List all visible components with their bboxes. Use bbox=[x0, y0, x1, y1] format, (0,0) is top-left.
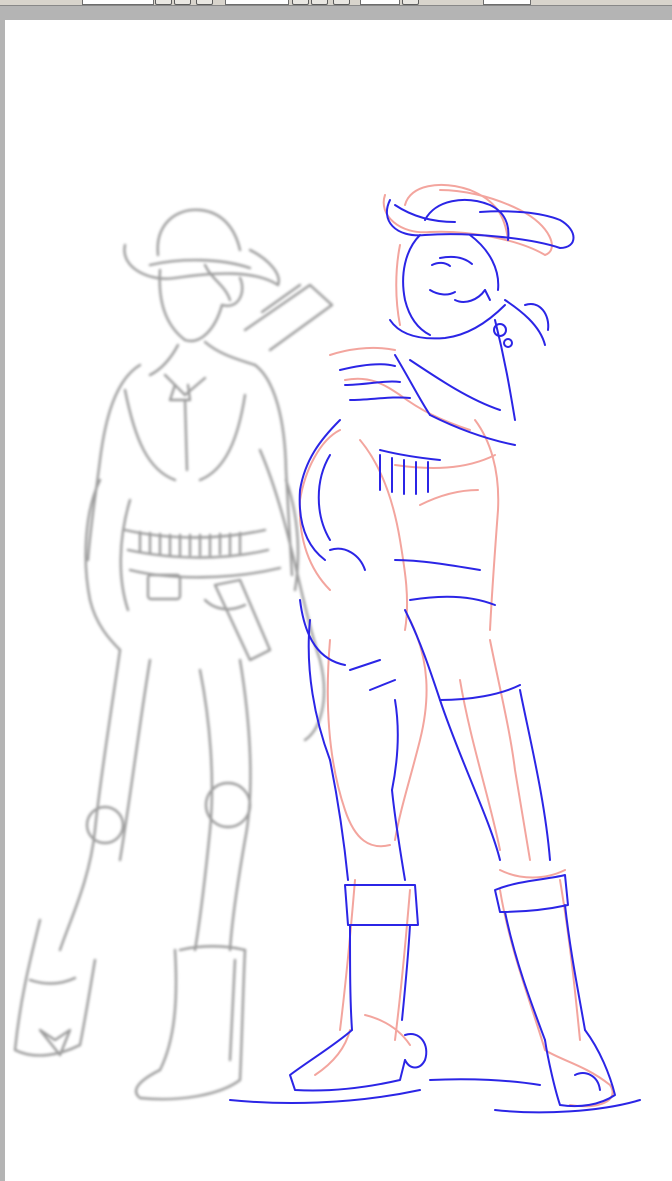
toolbar-button-6[interactable] bbox=[333, 0, 350, 5]
sketch-artwork bbox=[13, 184, 641, 1114]
background-figure-layer bbox=[13, 208, 334, 1101]
toolbar-button-3[interactable] bbox=[196, 0, 213, 5]
toolbar-field-4[interactable] bbox=[483, 0, 531, 5]
drawing-canvas[interactable] bbox=[5, 20, 672, 1181]
lineart-sketch-layer bbox=[229, 199, 641, 1114]
toolbar-button-2[interactable] bbox=[174, 0, 191, 5]
toolbar-button-4[interactable] bbox=[292, 0, 309, 5]
toolbar-field-2[interactable] bbox=[225, 0, 289, 5]
toolbar-button-7[interactable] bbox=[402, 0, 419, 5]
toolbar-button-5[interactable] bbox=[311, 0, 328, 5]
canvas-frame bbox=[0, 6, 672, 1181]
rough-sketch-layer bbox=[298, 184, 614, 1108]
toolbar-field-1[interactable] bbox=[82, 0, 154, 5]
toolbar-button-1[interactable] bbox=[155, 0, 172, 5]
toolbar-field-3[interactable] bbox=[360, 0, 400, 5]
